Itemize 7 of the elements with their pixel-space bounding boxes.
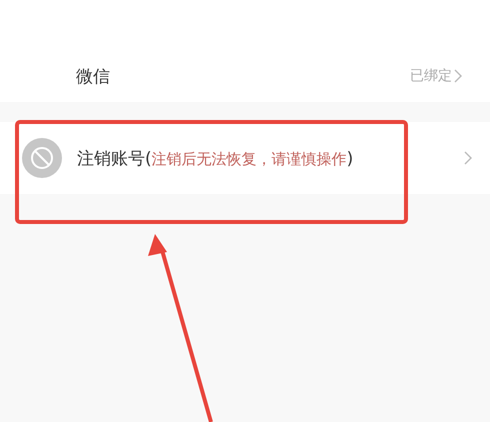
chevron-icon xyxy=(464,151,472,165)
delete-account-row[interactable]: 注销账号(注销后无法恢复，请谨慎操作) xyxy=(0,122,490,194)
binding-status: 已绑定 xyxy=(410,67,452,85)
forbidden-icon xyxy=(22,138,62,178)
account-name: 微信 xyxy=(76,66,110,88)
chevron-icon xyxy=(454,69,462,83)
delete-account-label: 注销账号(注销后无法恢复，请谨慎操作) xyxy=(77,148,354,170)
